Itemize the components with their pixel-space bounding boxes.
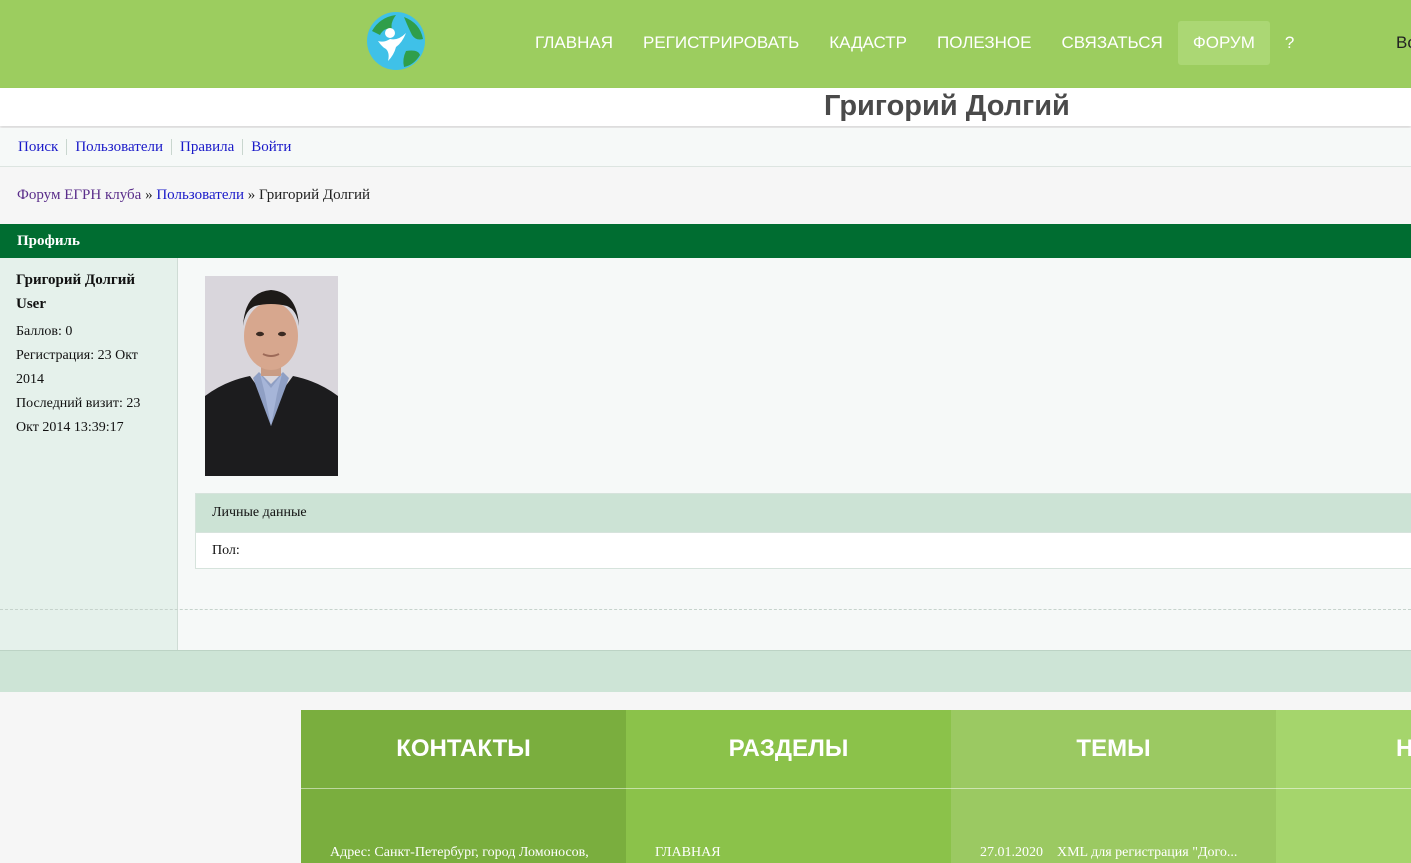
forum-nav-login[interactable]: Войти (242, 139, 299, 155)
footer-link-home[interactable]: ГЛАВНАЯ (655, 845, 721, 861)
breadcrumb: Форум ЕГРН клуба » Пользователи » Григор… (17, 187, 370, 204)
breadcrumb-users[interactable]: Пользователи (156, 187, 244, 203)
profile-content: Личные данные Пол: (178, 258, 1411, 650)
user-avatar (205, 276, 338, 476)
breadcrumb-separator: » (141, 187, 157, 203)
footer-title-contacts: КОНТАКТЫ (301, 710, 626, 789)
footer-topic-link[interactable]: 27.01.2020 XML для регистрация "Дого... (980, 845, 1237, 861)
nav-item-register[interactable]: РЕГИСТРИРОВАТЬ (628, 21, 814, 65)
nav-item-useful[interactable]: ПОЛЕЗНОЕ (922, 21, 1046, 65)
globe-logo-icon[interactable] (366, 11, 426, 71)
user-points: Баллов: 0 (16, 324, 73, 339)
footer-col-sections: РАЗДЕЛЫ ГЛАВНАЯ (626, 710, 951, 863)
footer-title-topics: ТЕМЫ (951, 710, 1276, 789)
user-last-visit: Последний визит: 23 Окт 2014 13:39:17 (16, 396, 141, 435)
forum-nav-search[interactable]: Поиск (10, 139, 66, 155)
forum-nav-users[interactable]: Пользователи (66, 139, 171, 155)
footer-title-extra: Н (1276, 710, 1411, 789)
user-name-block: Григорий Долгий User (16, 268, 166, 316)
site-footer: КОНТАКТЫ Адрес: Санкт-Петербург, город Л… (301, 710, 1411, 863)
forum-nav: Поиск Пользователи Правила Войти (0, 128, 1411, 167)
user-info-column: Григорий Долгий User Баллов: 0 Регистрац… (0, 258, 178, 650)
user-stats: Баллов: 0 Регистрация: 23 Окт 2014 После… (16, 320, 166, 440)
forum-nav-rules[interactable]: Правила (171, 139, 242, 155)
title-bar: Григорий Долгий (0, 88, 1411, 126)
main-nav: ГЛАВНАЯ РЕГИСТРИРОВАТЬ КАДАСТР ПОЛЕЗНОЕ … (520, 21, 1309, 65)
divider (0, 609, 1411, 610)
user-name: Григорий Долгий (16, 272, 136, 288)
nav-item-cadastre[interactable]: КАДАСТР (814, 21, 922, 65)
page-title: Григорий Долгий (824, 90, 1070, 122)
footer-col-contacts: КОНТАКТЫ Адрес: Санкт-Петербург, город Л… (301, 710, 626, 863)
breadcrumb-current: Григорий Долгий (259, 187, 371, 203)
footer-col-extra: Н (1276, 710, 1411, 863)
footer-band (0, 650, 1411, 692)
nav-item-home[interactable]: ГЛАВНАЯ (520, 21, 628, 65)
nav-item-contact[interactable]: СВЯЗАТЬСЯ (1046, 21, 1177, 65)
profile-section-header: Профиль (0, 224, 1411, 258)
gender-field: Пол: (212, 543, 240, 558)
user-registered: Регистрация: 23 Окт 2014 (16, 348, 138, 387)
footer-title-sections: РАЗДЕЛЫ (626, 710, 951, 789)
breadcrumb-forum[interactable]: Форум ЕГРН клуба (17, 187, 141, 203)
site-header: ГЛАВНАЯ РЕГИСТРИРОВАТЬ КАДАСТР ПОЛЕЗНОЕ … (0, 0, 1411, 88)
personal-data-panel: Личные данные Пол: (195, 493, 1411, 569)
nav-item-help[interactable]: ? (1270, 21, 1309, 65)
user-role: User (16, 296, 46, 312)
personal-data-title: Личные данные (196, 494, 1411, 533)
header-login-link[interactable]: Во (1396, 21, 1411, 65)
footer-address: Адрес: Санкт-Петербург, город Ломоносов, (330, 845, 589, 860)
nav-item-forum[interactable]: ФОРУМ (1177, 21, 1270, 65)
footer-col-topics: ТЕМЫ 27.01.2020 XML для регистрация "Дог… (951, 710, 1276, 863)
breadcrumb-separator: » (244, 187, 260, 203)
